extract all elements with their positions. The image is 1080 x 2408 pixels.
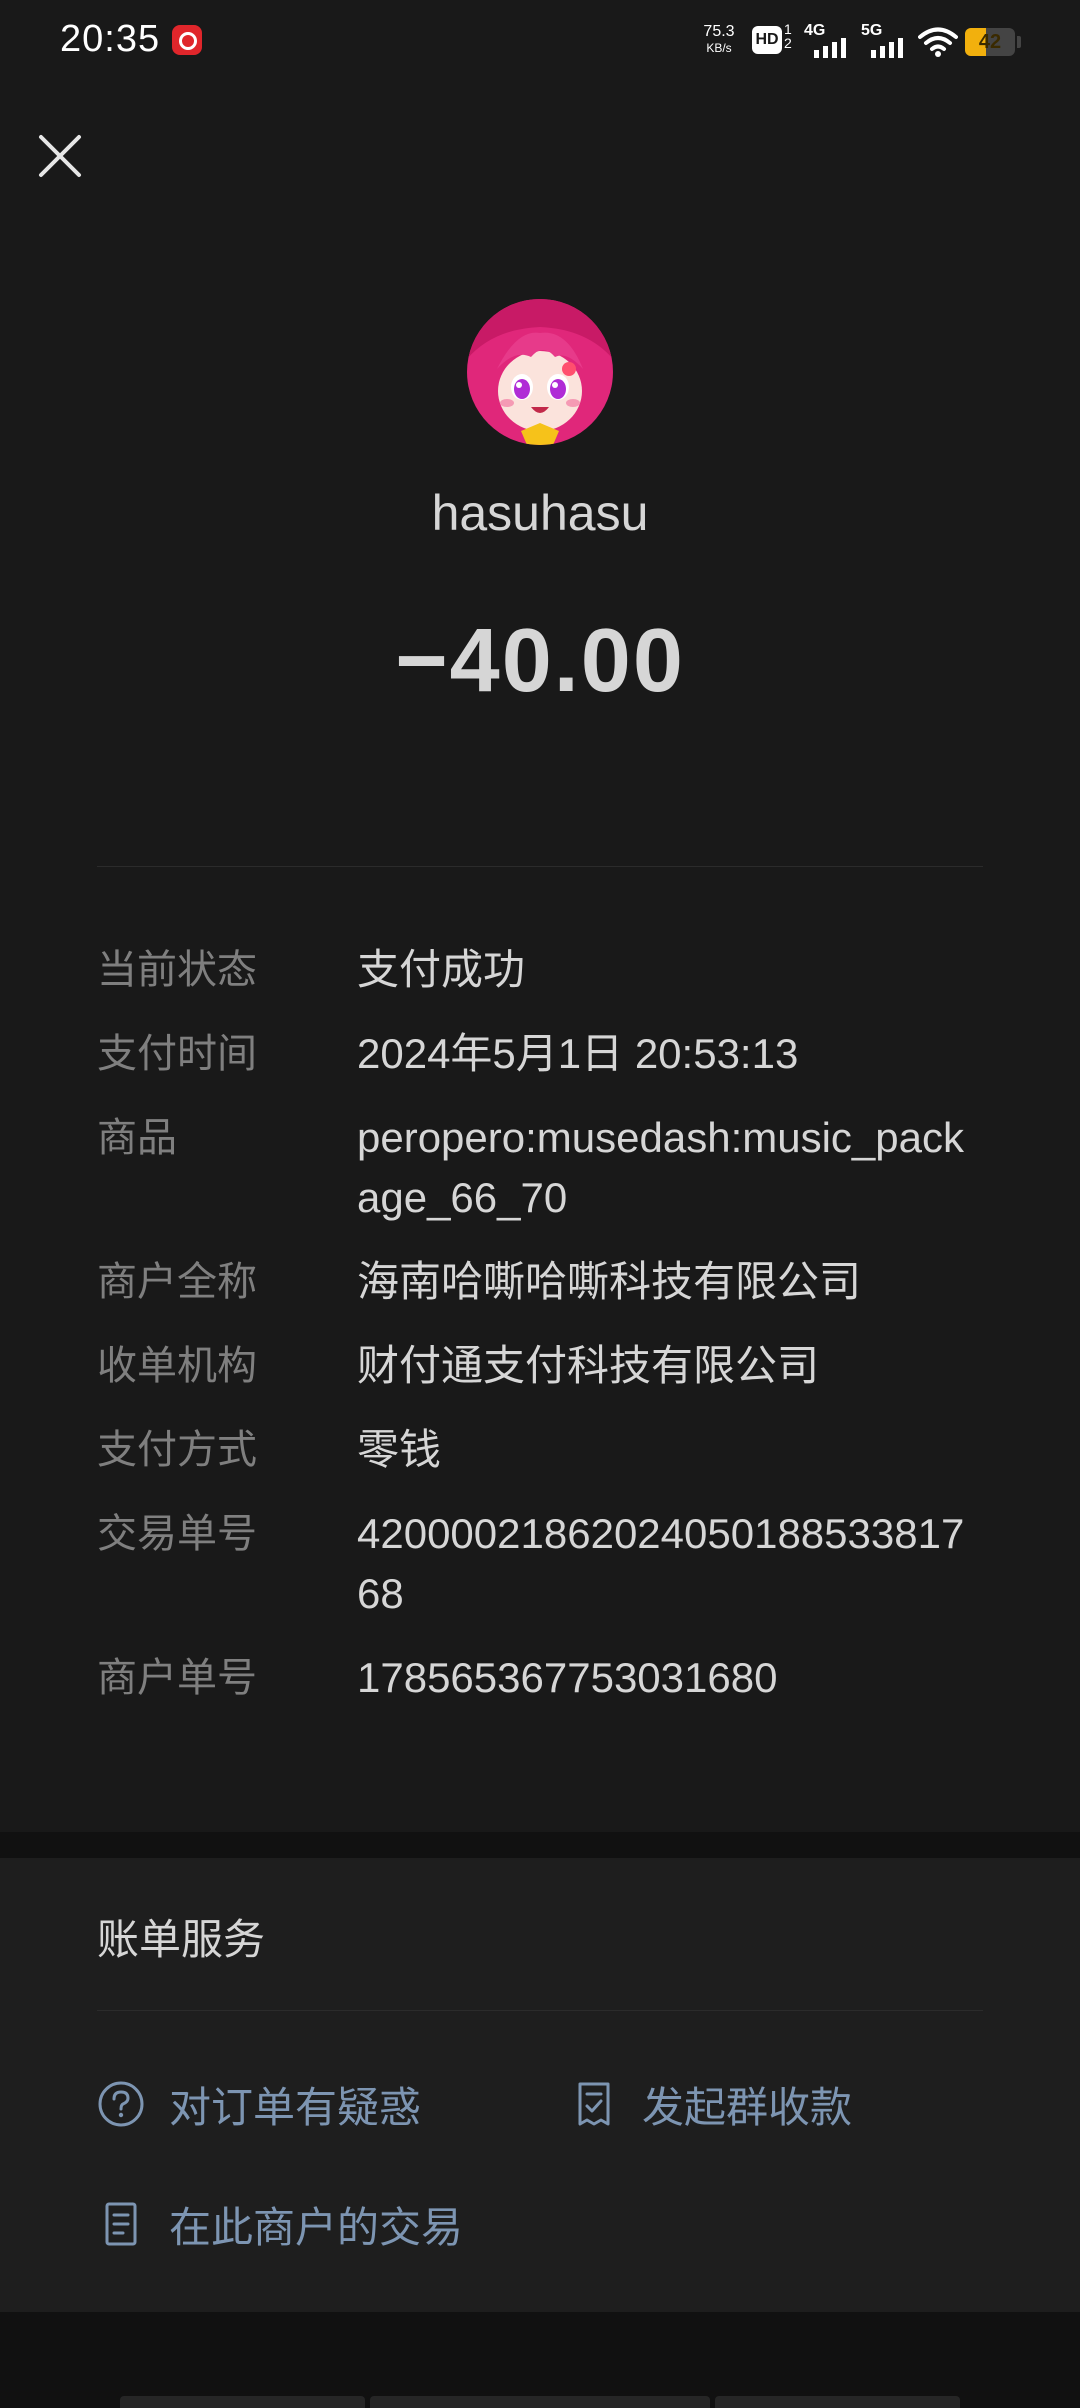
signal-bars-icon [814,38,846,58]
detail-value: peropero:musedash:music_package_66_70 [357,1114,964,1221]
checklist-document-icon [578,2082,610,2126]
detail-value: 支付成功 [357,946,526,993]
detail-row-payment-time: 支付时间 2024年5月1日 20:53:13 [97,1024,983,1084]
netease-music-icon [172,25,202,55]
group-collection-label: 发起群收款 [642,2083,853,2131]
detail-value[interactable]: 178565367753031680 [357,1648,983,1708]
detail-value: 海南哈嘶哈嘶科技有限公司 [357,1258,862,1305]
bottom-tab-edge [715,2396,960,2408]
status-time: 20:35 [60,18,161,60]
hd-voice-icon: HD [752,26,782,54]
bottom-tab-edge [120,2396,365,2408]
amount-divider [97,866,983,867]
status-bar: 20:35 75.3 KB/s HD 1 2 4G 5G 42 [0,0,1080,84]
detail-row-acquirer: 收单机构 财付通支付科技有限公司 [97,1336,983,1396]
detail-label: 交易单号 [97,1512,257,1556]
detail-row-status: 当前状态 支付成功 [97,940,983,1000]
detail-row-payment-method: 支付方式 零钱 [97,1420,983,1480]
network-speed-unit: KB/s [706,41,732,55]
detail-value: 零钱 [357,1426,442,1473]
detail-label: 商品 [97,1116,177,1160]
group-collection-button[interactable]: 发起群收款 [570,2074,852,2134]
close-icon [39,135,81,177]
detail-row-transaction-id: 交易单号 4200002186202405018853381768 [97,1504,983,1624]
bill-services-divider [97,2010,983,2011]
detail-label: 支付时间 [97,1032,257,1076]
order-question-label: 对订单有疑惑 [169,2083,422,2131]
anime-avatar-image [467,299,613,445]
detail-value: 财付通支付科技有限公司 [357,1342,820,1389]
detail-row-merchant-order-id: 商户单号 178565367753031680 [97,1648,983,1708]
bottom-area [0,2312,1080,2408]
hd-sim-indicator: 1 2 [784,22,792,50]
detail-label: 当前状态 [97,948,257,992]
hd-sim-2: 2 [784,35,792,51]
merchant-transactions-button[interactable]: 在此商户的交易 [97,2194,463,2254]
order-question-button[interactable]: 对订单有疑惑 [97,2074,421,2134]
wifi-icon [918,27,958,57]
document-list-icon [105,2202,137,2246]
detail-label: 支付方式 [97,1428,257,1472]
merchant-transactions-label: 在此商户的交易 [169,2203,464,2251]
transaction-details: 当前状态 支付成功 支付时间 2024年5月1日 20:53:13 商品 per… [97,940,983,1732]
battery-cap [1017,36,1021,48]
detail-row-product: 商品 peropero:musedash:music_package_66_70 [97,1108,983,1228]
bill-services-title: 账单服务 [97,1916,266,1963]
detail-value[interactable]: 4200002186202405018853381768 [357,1504,983,1624]
sim1-signal-icon: 4G [804,22,856,60]
signal-bars-icon [871,38,903,58]
close-button[interactable] [30,126,90,186]
sim2-signal-icon: 5G [861,22,913,60]
payment-amount: −40.00 [395,611,685,711]
bottom-tab-edge [370,2396,710,2408]
network-speed-value: 75.3 [703,23,735,40]
detail-label: 商户单号 [97,1656,257,1700]
section-gap [0,1832,1080,1858]
hd-sim-1: 1 [784,21,792,37]
battery-level: 42 [978,31,1002,53]
payee-name: hasuhasu [431,485,649,541]
detail-label: 收单机构 [97,1344,257,1388]
battery-icon: 42 [965,28,1015,56]
detail-value: 2024年5月1日 20:53:13 [357,1030,799,1077]
question-circle-icon [98,2081,144,2127]
detail-label: 商户全称 [97,1260,257,1304]
network-speed: 75.3 KB/s [697,24,741,56]
bill-services-card: 账单服务 对订单有疑惑 发起群收款 在此商户的交易 [0,1858,1080,2312]
payee-avatar [467,299,613,445]
detail-row-merchant-name: 商户全称 海南哈嘶哈嘶科技有限公司 [97,1252,983,1312]
